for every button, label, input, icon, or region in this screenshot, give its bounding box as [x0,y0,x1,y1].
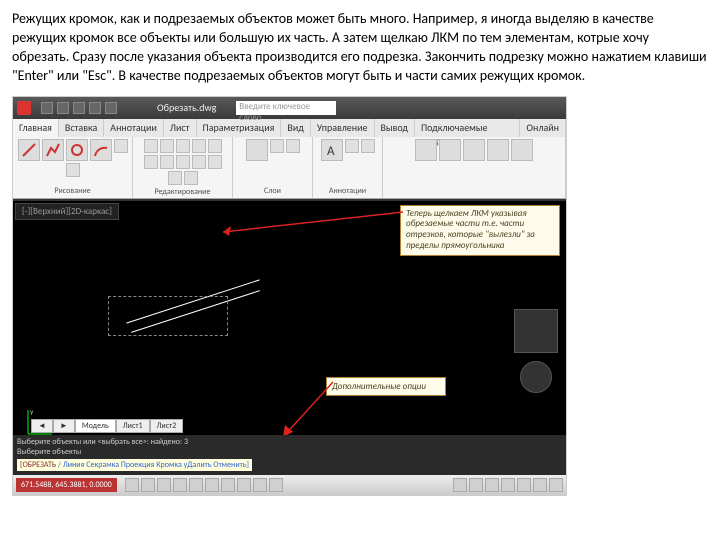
layout-nav-right-icon[interactable]: ► [53,419,75,433]
hardware-icon[interactable] [517,478,531,492]
arc-tool-icon[interactable] [90,139,112,161]
stretch-icon[interactable] [160,155,174,169]
viewport-label[interactable]: [-][Верхний][2D-каркас] [15,203,119,220]
cmd-history-2: Выберите объекты [17,447,562,457]
panel-misc [383,137,566,198]
mirror-icon[interactable] [208,139,222,153]
layout-nav-left-icon[interactable]: ◄ [31,419,53,433]
osnap-toggle-icon[interactable] [189,478,203,492]
lock-ui-icon[interactable] [501,478,515,492]
array-icon[interactable] [192,155,206,169]
move-icon[interactable] [144,139,158,153]
qat-new-icon[interactable] [41,102,53,114]
callout-trim-instruction: Теперь щелкаем ЛКМ указывая обрезаемые ч… [400,205,560,256]
tab-insert[interactable]: Вставка [59,119,104,137]
fillet-icon[interactable] [184,171,198,185]
sc-toggle-icon[interactable] [269,478,283,492]
tab-annotate[interactable]: Аннотации [104,119,164,137]
window-title: Обрезать.dwg [157,101,216,114]
quick-access-toolbar [41,102,117,114]
clean-screen-icon[interactable] [549,478,563,492]
panel-annot-title: Аннотации [329,186,366,196]
tab-parametric[interactable]: Параметризация [197,119,282,137]
props-icon[interactable] [439,139,461,161]
scale-icon[interactable] [144,155,158,169]
qp-toggle-icon[interactable] [253,478,267,492]
draw-small-1-icon[interactable] [114,139,128,153]
panel-draw-title: Рисование [54,186,90,196]
layout-tab-model[interactable]: Модель [75,419,116,433]
tab-home[interactable]: Главная [13,119,59,137]
titlebar: Обрезать.dwg Введите ключевое слово [13,97,566,119]
explode-icon[interactable] [168,171,182,185]
ribbon-tabs: Главная Вставка Аннотации Лист Параметри… [13,119,566,137]
model-space-icon[interactable] [453,478,467,492]
clipboard-icon[interactable] [511,139,533,161]
offset-icon[interactable] [176,155,190,169]
command-area[interactable]: Выберите объекты или <выбрать все>: найд… [13,435,566,475]
qat-save-icon[interactable] [73,102,85,114]
line-tool-icon[interactable] [18,139,40,161]
qat-open-icon[interactable] [57,102,69,114]
intro-paragraph: Режущих кромок, как и подрезаемых объект… [0,0,720,94]
workspace-icon[interactable] [485,478,499,492]
draw-small-2-icon[interactable] [66,163,80,177]
panel-annot: A Аннотации [313,137,383,198]
navbar-icon[interactable] [520,361,552,393]
viewcube-icon[interactable] [514,309,558,353]
panel-layers-title: Слои [264,186,281,196]
table-icon[interactable] [361,139,375,153]
layer-sm-1-icon[interactable] [270,139,284,153]
snap-toggle-icon[interactable] [125,478,139,492]
panel-draw: Рисование [13,137,133,198]
tab-output[interactable]: Вывод [375,119,415,137]
circle-tool-icon[interactable] [66,139,88,161]
command-line[interactable]: [ОБРЕЗАТЬ / Линия Секрамка Проекция Кром… [17,459,252,471]
block-icon[interactable] [415,139,437,161]
svg-text:A: A [327,144,335,158]
lwt-toggle-icon[interactable] [237,478,251,492]
layout-tab-sheet2[interactable]: Лист2 [150,419,184,433]
erase-icon[interactable] [208,155,222,169]
polar-toggle-icon[interactable] [173,478,187,492]
layer-sm-2-icon[interactable] [286,139,300,153]
dyn-toggle-icon[interactable] [221,478,235,492]
qat-undo-icon[interactable] [89,102,101,114]
annoscale-icon[interactable] [469,478,483,492]
layer-props-icon[interactable] [246,139,268,161]
selection-rectangle [108,296,228,336]
panel-edit-title: Редактирование [155,187,211,197]
tab-plugins[interactable]: Подключаемые модули [415,119,520,137]
callout-extra-options: Дополнительные опции [326,377,446,396]
polyline-tool-icon[interactable] [42,139,64,161]
rotate-icon[interactable] [176,139,190,153]
status-bar: 671.5488, 645.3881, 0.0000 [13,475,566,495]
search-input[interactable]: Введите ключевое слово [236,101,336,115]
cmd-history-1: Выберите объекты или <выбрать все>: найд… [17,437,562,447]
tab-manage[interactable]: Управление [311,119,375,137]
svg-text:Y: Y [30,408,34,417]
group-icon[interactable] [463,139,485,161]
layout-tabs: ◄ ► Модель Лист1 Лист2 [31,419,183,433]
isolate-icon[interactable] [533,478,547,492]
trim-icon[interactable] [192,139,206,153]
ribbon: Рисование Редактирование [13,137,566,199]
autocad-screenshot: Обрезать.dwg Введите ключевое слово Глав… [12,96,567,496]
tab-sheet[interactable]: Лист [164,119,197,137]
copy-icon[interactable] [160,139,174,153]
layout-tab-sheet1[interactable]: Лист1 [116,419,150,433]
dim-icon[interactable] [345,139,359,153]
panel-layers: Слои [233,137,313,198]
app-logo-icon[interactable] [17,101,31,115]
otrack-toggle-icon[interactable] [205,478,219,492]
panel-edit: Редактирование [133,137,233,198]
coordinates-display: 671.5488, 645.3881, 0.0000 [16,478,117,492]
text-tool-icon[interactable]: A [321,139,343,161]
qat-redo-icon[interactable] [105,102,117,114]
utils-icon[interactable] [487,139,509,161]
grid-toggle-icon[interactable] [141,478,155,492]
tab-online[interactable]: Онлайн [520,119,566,137]
ortho-toggle-icon[interactable] [157,478,171,492]
tab-view[interactable]: Вид [281,119,310,137]
